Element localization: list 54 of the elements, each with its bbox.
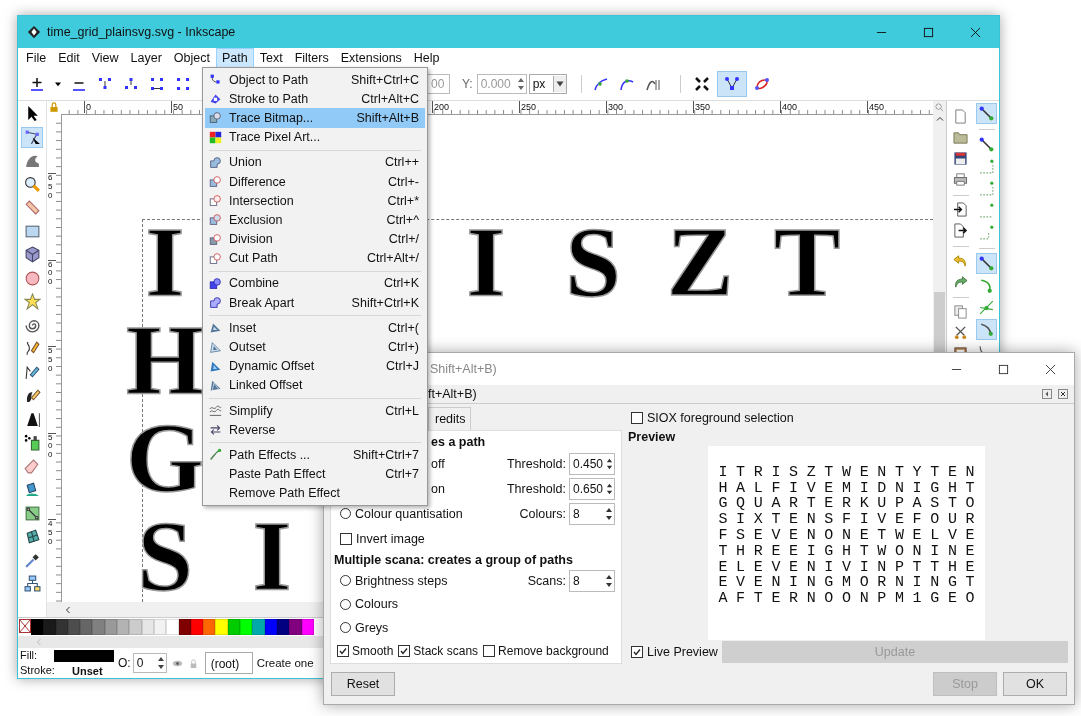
preview-text-line: HALFIVEMIDNIGHT: [718, 480, 984, 497]
option-label: Greys: [355, 620, 389, 635]
option-label: Remove background: [498, 644, 609, 659]
option-label: Colour quantisation: [355, 506, 463, 521]
field-label: Threshold:: [506, 481, 566, 496]
canvas-letter: Z: [666, 206, 734, 317]
canvas-letter: T: [773, 206, 841, 317]
field-label: Threshold:: [506, 456, 566, 471]
option-label: SIOX foreground selection: [647, 410, 794, 425]
option-label: on: [431, 481, 445, 496]
option-label: off: [431, 456, 445, 471]
ruler-label: 600: [48, 259, 56, 287]
preview-heading: Preview: [628, 429, 677, 444]
canvas-letter: I: [466, 206, 506, 317]
option-label: Stack scans: [413, 644, 479, 659]
ruler-label: 0: [84, 101, 91, 113]
ruler-label: 50: [171, 101, 183, 113]
ruler-label: 450: [48, 519, 56, 547]
status-message: Create one: [256, 657, 314, 669]
ruler-label: 350: [693, 101, 711, 113]
panel-title: ft+Alt+B): [428, 387, 477, 401]
section-heading: es a path: [431, 434, 487, 451]
option-label: Colours: [355, 597, 399, 612]
option-label: Brightness steps: [355, 573, 448, 588]
fill-label: Fill:: [20, 649, 39, 662]
preview-text-line: AFTERNOONPM1GEO: [718, 591, 984, 607]
ruler-label: 400: [780, 101, 798, 113]
ruler-label: 250: [519, 101, 537, 113]
preview-text-line: THREEIGHTWONINE: [718, 543, 984, 560]
preview-text-line: GQUARTERKUPASTO: [718, 496, 984, 513]
ruler-label: 500: [48, 432, 56, 460]
canvas-letter: I: [252, 500, 292, 602]
section-heading: Multiple scana: creates a group of paths: [334, 552, 574, 569]
option-label: Smooth: [352, 644, 394, 659]
ruler-label: 300: [606, 101, 624, 113]
ruler-label: 200: [432, 101, 450, 113]
canvas-letter: S: [565, 206, 621, 317]
option-label: Live Preview: [647, 645, 718, 660]
window-title: Shift+Alt+B): [430, 362, 497, 376]
option-label: Invert image: [356, 531, 425, 546]
preview-text-line: SIXTENSFIVEFOUR: [718, 512, 984, 528]
field-label: Colours:: [519, 506, 566, 521]
preview-text-line: EVENINGMORNINGT: [718, 575, 984, 592]
preview-text-line: ITRISZTWENTYTEN: [718, 464, 984, 481]
ruler-label: 650: [48, 173, 56, 201]
window-title: time_grid_plainsvg.svg - Inkscape: [47, 25, 237, 39]
ruler-label: 550: [48, 346, 56, 374]
stroke-label: Stroke:: [20, 664, 54, 677]
y-label: Y:: [462, 77, 473, 91]
preview-text-line: FSEVENONETWELVE: [718, 527, 984, 544]
preview-text-line: ELEVENIVINPTTHE: [718, 559, 984, 576]
field-label: Scans:: [527, 573, 566, 588]
opacity-label: O:: [118, 656, 131, 670]
ruler-label: 450: [867, 101, 885, 113]
